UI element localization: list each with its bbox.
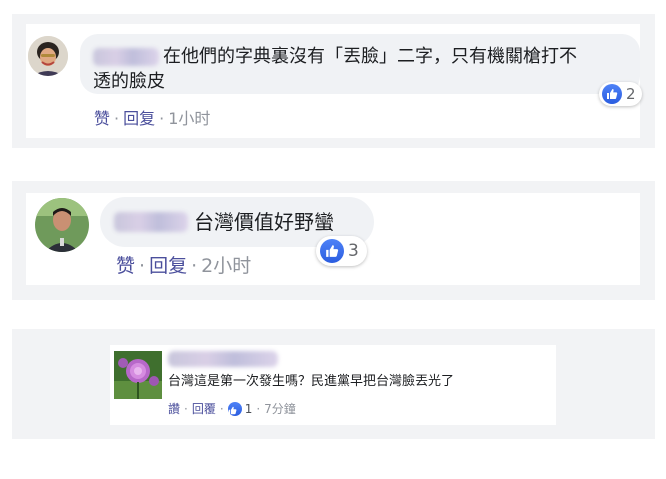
timestamp[interactable]: 1小时 [168,108,210,130]
reaction-count: 2 [626,85,636,103]
commenter-name-redacted[interactable] [168,351,278,367]
separator: · [139,255,146,277]
separator: · [219,402,224,416]
reaction-summary[interactable]: 2 [599,82,642,106]
comment-text: 台灣價值好野蠻 [194,210,334,234]
like-link[interactable]: 赞 [116,253,135,279]
comment-actions: 讚 · 回覆 · 1 · 7分鐘 [168,400,296,418]
comment-actions: 赞 · 回复 · 2小时 [116,253,251,279]
timestamp[interactable]: 7分鐘 [264,400,296,418]
reply-link[interactable]: 回覆 [192,400,216,418]
comment-text: 台灣這是第一次發生嗎？民進黨早把台灣臉丟光了 [168,374,455,389]
thumbs-up-icon[interactable] [227,402,242,416]
separator: · [184,402,188,416]
comment-text-line-1: 在他們的字典裏沒有「丟臉」二字，只有機關槍打不 [163,46,577,67]
reaction-summary[interactable]: 3 [316,236,367,266]
thumbs-up-icon [602,84,622,104]
comment-card-1: 在他們的字典裏沒有「丟臉」二字，只有機關槍打不 透的臉皮 2 赞 · 回复 · 1小时 [26,24,642,138]
thumbs-up-icon [320,239,344,263]
comment-text-line-2: 透的臉皮 [93,71,165,92]
separator: · [256,402,261,416]
comment-panel-2: 台灣價值好野蠻 3 赞 · 回复 · 2小时 [12,181,655,300]
like-link[interactable]: 赞 [94,108,110,130]
reaction-count: 3 [348,241,359,261]
reply-link[interactable]: 回复 [123,108,155,130]
commenter-avatar[interactable] [28,36,68,76]
commenter-name-redacted[interactable] [114,212,188,232]
reaction-count: 1 [244,402,253,416]
comment-card-2: 台灣價值好野蠻 3 赞 · 回复 · 2小时 [26,193,640,285]
comment-panel-3: 台灣這是第一次發生嗎？民進黨早把台灣臉丟光了 讚 · 回覆 · 1 · 7分鐘 [12,329,655,439]
separator: · [114,109,120,128]
comment-card-3: 台灣這是第一次發生嗎？民進黨早把台灣臉丟光了 讚 · 回覆 · 1 · 7分鐘 [110,345,556,425]
comment-actions: 赞 · 回复 · 1小时 [94,108,210,130]
timestamp[interactable]: 2小时 [201,253,251,279]
separator: · [191,255,198,277]
reply-link[interactable]: 回复 [149,253,187,279]
commenter-avatar[interactable] [114,351,162,399]
like-link[interactable]: 讚 [168,400,180,418]
commenter-name-redacted[interactable] [93,48,159,66]
separator: · [159,109,165,128]
commenter-avatar[interactable] [35,198,89,252]
comment-panel-1: 在他們的字典裏沒有「丟臉」二字，只有機關槍打不 透的臉皮 2 赞 · 回复 · 1小时 [12,14,655,148]
